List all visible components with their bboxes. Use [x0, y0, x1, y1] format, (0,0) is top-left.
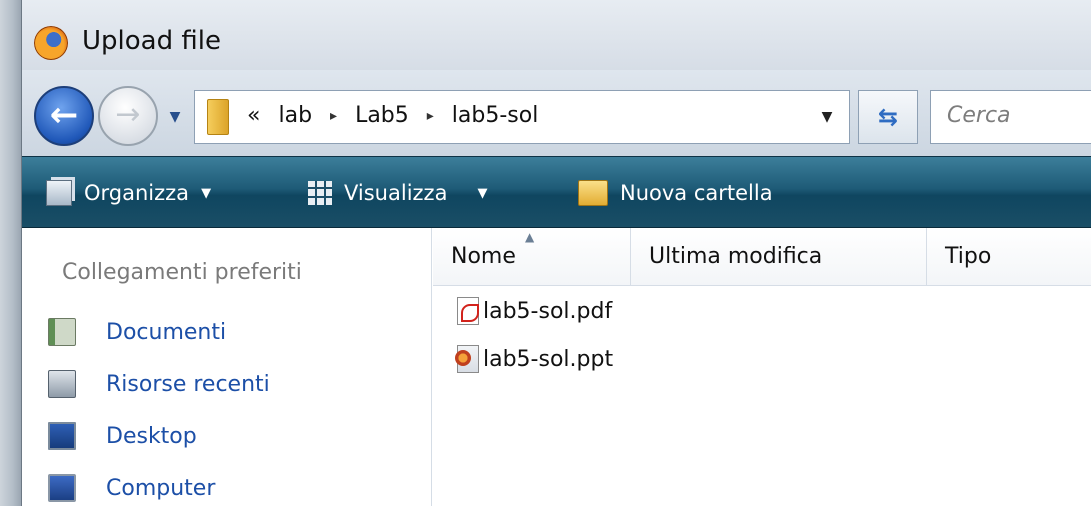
organize-label: Organizza	[84, 181, 190, 205]
favorite-links-heading: Collegamenti preferiti	[62, 260, 302, 285]
back-arrow-icon: ←	[49, 95, 79, 135]
refresh-icon: ⇆	[877, 103, 899, 131]
new-folder-icon	[578, 180, 608, 206]
sidebar-item-label: Computer	[106, 475, 216, 501]
desktop-icon	[48, 422, 76, 450]
organize-button[interactable]: Organizza ▼	[46, 175, 211, 211]
breadcrumb-separator-icon[interactable]: ▸	[427, 108, 434, 124]
sidebar-item-label: Risorse recenti	[106, 371, 270, 397]
chevron-down-icon: ▼	[201, 185, 212, 201]
chevron-down-icon: ▼	[821, 109, 833, 125]
navigation-pane: Collegamenti preferiti Documenti Risorse…	[22, 228, 432, 506]
breadcrumb-overflow[interactable]: «	[247, 103, 260, 128]
column-header-label: Ultima modifica	[649, 244, 823, 269]
chevron-down-icon: ▼	[477, 185, 488, 201]
navigation-bar: ← → ▼ « lab ▸ Lab5 ▸ lab5-sol ▼ ⇆ Cerca	[22, 70, 1091, 156]
breadcrumb-separator-icon[interactable]: ▸	[330, 108, 337, 124]
column-header-tipo[interactable]: Tipo	[927, 228, 1091, 286]
address-bar[interactable]: « lab ▸ Lab5 ▸ lab5-sol ▼	[194, 90, 850, 144]
powerpoint-file-icon	[455, 345, 479, 373]
sidebar-item-documenti[interactable]: Documenti	[48, 314, 226, 350]
search-input[interactable]: Cerca	[930, 90, 1091, 144]
file-name: lab5-sol.ppt	[483, 346, 614, 372]
computer-icon	[48, 474, 76, 502]
sidebar-item-computer[interactable]: Computer	[48, 470, 215, 506]
organize-icon	[46, 180, 72, 206]
views-button[interactable]: Visualizza ▼	[308, 175, 487, 211]
column-header-row: ▲ Nome Ultima modifica Tipo	[433, 228, 1091, 286]
breadcrumb-item-lab[interactable]: lab	[278, 103, 312, 128]
address-dropdown-button[interactable]: ▼	[805, 91, 849, 143]
window-frame-left	[0, 0, 22, 506]
file-item-ppt[interactable]: lab5-sol.ppt	[455, 342, 614, 376]
sidebar-item-label: Desktop	[106, 423, 197, 449]
sort-ascending-icon: ▲	[525, 230, 535, 244]
recent-pages-dropdown[interactable]: ▼	[164, 106, 186, 128]
chevron-down-icon: ▼	[169, 109, 181, 125]
search-placeholder: Cerca	[947, 103, 1011, 128]
new-folder-label: Nuova cartella	[620, 181, 773, 205]
sidebar-item-risorse-recenti[interactable]: Risorse recenti	[48, 366, 270, 402]
column-header-label: Tipo	[945, 244, 992, 269]
file-name: lab5-sol.pdf	[483, 298, 613, 324]
column-header-ultima-modifica[interactable]: Ultima modifica	[631, 228, 927, 286]
views-label: Visualizza	[344, 181, 448, 205]
forward-button[interactable]: →	[98, 86, 158, 146]
file-item-pdf[interactable]: lab5-sol.pdf	[457, 294, 612, 328]
column-header-label: Nome	[451, 244, 516, 269]
file-list-pane: ▲ Nome Ultima modifica Tipo lab5-sol.pdf…	[433, 228, 1091, 506]
upload-file-dialog: Upload file ← → ▼ « lab ▸ Lab5 ▸ lab5-so…	[22, 0, 1091, 506]
documents-icon	[48, 318, 76, 346]
breadcrumb-item-lab5-sol[interactable]: lab5-sol	[452, 103, 539, 128]
firefox-icon	[34, 26, 68, 60]
column-header-nome[interactable]: ▲ Nome	[433, 228, 631, 286]
views-icon	[308, 181, 332, 205]
breadcrumb: « lab ▸ Lab5 ▸ lab5-sol	[247, 103, 538, 128]
refresh-button[interactable]: ⇆	[858, 90, 918, 144]
pdf-file-icon	[457, 297, 479, 325]
sidebar-item-desktop[interactable]: Desktop	[48, 418, 197, 454]
command-toolbar: Organizza ▼ Visualizza ▼ Nuova cartella	[22, 156, 1091, 228]
title-bar: Upload file	[22, 0, 1091, 70]
folder-icon	[207, 99, 229, 135]
breadcrumb-item-lab5[interactable]: Lab5	[355, 103, 409, 128]
new-folder-button[interactable]: Nuova cartella	[578, 175, 773, 211]
sidebar-item-label: Documenti	[106, 319, 227, 345]
recent-places-icon	[48, 370, 76, 398]
back-button[interactable]: ←	[34, 86, 94, 146]
window-title: Upload file	[82, 26, 221, 56]
forward-arrow-icon: →	[115, 97, 141, 132]
